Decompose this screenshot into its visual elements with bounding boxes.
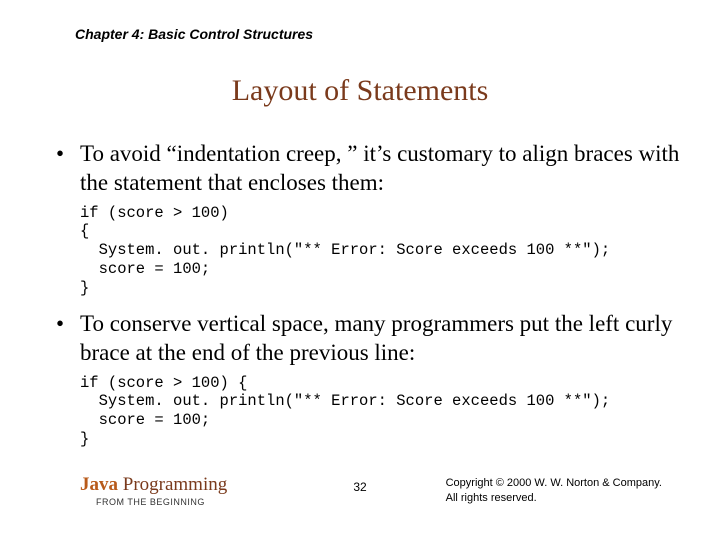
copyright-line1: Copyright © 2000 W. W. Norton & Company.	[446, 476, 662, 491]
bullet-item: To avoid “indentation creep, ” it’s cust…	[56, 140, 680, 198]
footer: Java Programming FROM THE BEGINNING 32 C…	[0, 474, 720, 524]
copyright-line2: All rights reserved.	[446, 491, 662, 506]
chapter-label: Chapter 4: Basic Control Structures	[75, 26, 313, 42]
code-block: if (score > 100) { System. out. println(…	[80, 374, 680, 450]
page-title: Layout of Statements	[0, 74, 720, 108]
copyright-block: Copyright © 2000 W. W. Norton & Company.…	[446, 476, 662, 506]
bullet-item: To conserve vertical space, many program…	[56, 310, 680, 368]
main-content: To avoid “indentation creep, ” it’s cust…	[56, 140, 680, 461]
code-block: if (score > 100) { System. out. println(…	[80, 204, 680, 299]
brand-subtitle: FROM THE BEGINNING	[96, 497, 227, 507]
